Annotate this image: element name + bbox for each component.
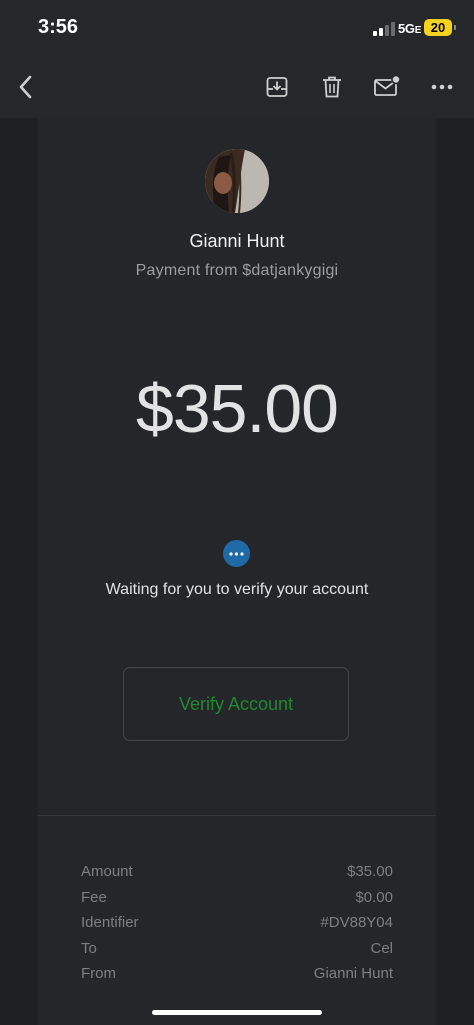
screen: 3:56 5GE 20 Gianni Hunt Payment from $da… (0, 0, 474, 1025)
detail-label: Amount (81, 863, 133, 880)
signal-icon (373, 22, 395, 36)
home-indicator[interactable] (152, 1010, 322, 1015)
payment-amount: $35.00 (136, 371, 339, 447)
detail-value: Cel (370, 939, 393, 957)
avatar-image (205, 149, 269, 213)
detail-label: Identifier (81, 914, 139, 931)
payment-status-text: Waiting for you to verify your account (105, 581, 369, 598)
detail-label: Fee (81, 888, 107, 906)
payment-card: Gianni Hunt Payment from $datjankygigi $… (38, 118, 436, 1025)
detail-row-to: To Cel (81, 940, 393, 966)
back-button[interactable] (11, 72, 41, 102)
detail-row-identifier: Identifier #DV88Y04 (81, 914, 393, 940)
more-button[interactable] (427, 72, 457, 102)
mail-toolbar (0, 58, 474, 118)
payer-name: Gianni Hunt (189, 231, 285, 251)
status-bar: 3:56 5GE 20 (0, 0, 474, 58)
details-divider (38, 815, 436, 816)
more-icon (431, 84, 453, 90)
mail-unread-icon (374, 75, 401, 96)
archive-button[interactable] (262, 72, 292, 102)
detail-value: $0.00 (355, 888, 393, 906)
pending-status-icon (223, 540, 250, 567)
network-type: 5G (398, 21, 415, 36)
detail-row-from: From Gianni Hunt (81, 965, 393, 991)
detail-value: #DV88Y04 (320, 914, 393, 931)
mark-unread-button[interactable] (372, 72, 402, 102)
battery-indicator: 20 (424, 19, 456, 36)
payment-subtitle: Payment from $datjankygigi (135, 262, 339, 279)
detail-row-fee: Fee $0.00 (81, 889, 393, 915)
back-icon (19, 75, 32, 99)
status-time: 3:56 (38, 16, 79, 38)
detail-value: Gianni Hunt (313, 965, 393, 982)
trash-icon (323, 76, 341, 98)
detail-value: $35.00 (347, 863, 393, 880)
verify-account-button[interactable]: Verify Account (123, 667, 349, 741)
network-suffix: E (414, 25, 422, 36)
detail-label: To (81, 939, 97, 957)
avatar (205, 149, 269, 213)
delete-button[interactable] (317, 72, 347, 102)
detail-row-amount: Amount $35.00 (81, 863, 393, 889)
archive-icon (266, 77, 288, 97)
network-label: 5GE (398, 21, 421, 36)
payment-details: Amount $35.00 Fee $0.00 Identifier #DV88… (81, 863, 393, 991)
detail-label: From (81, 965, 116, 982)
